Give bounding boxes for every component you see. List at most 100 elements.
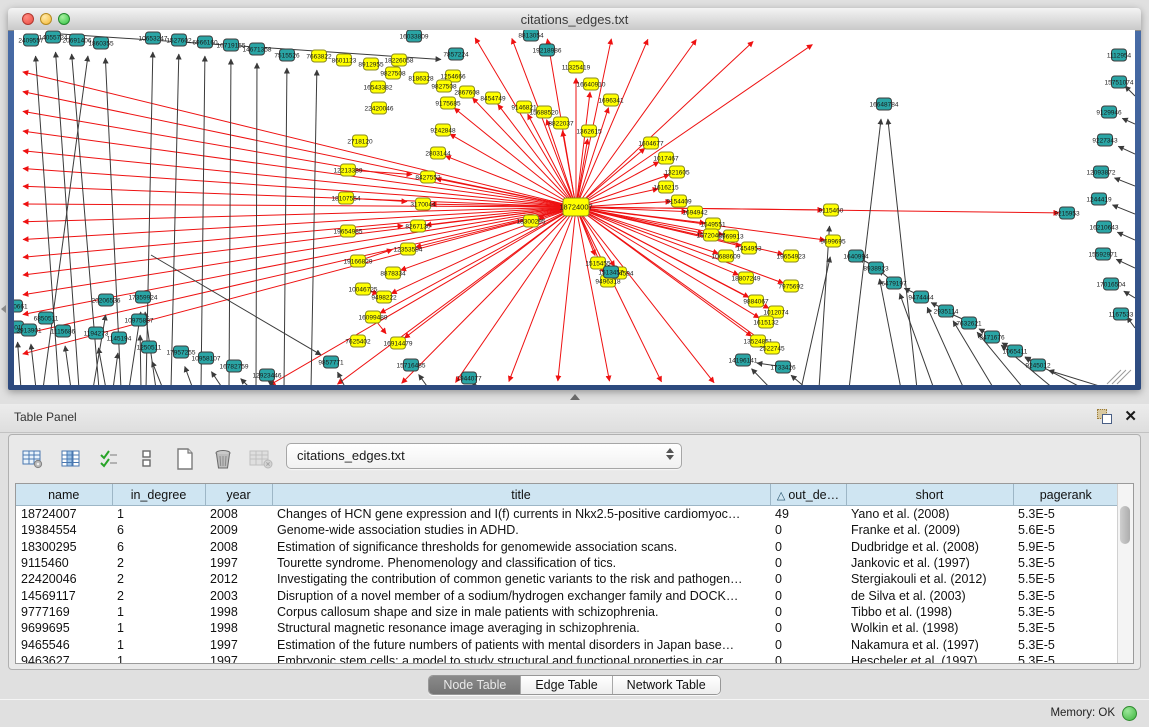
table-row[interactable]: 946362711997Embryonic stem cells: a mode… — [16, 653, 1118, 664]
table-row[interactable]: 911546021997Tourette syndrome. Phenomeno… — [16, 555, 1118, 571]
table-cell[interactable]: Jankovic et al. (1997) — [846, 555, 1013, 571]
column-chooser-button[interactable] — [57, 445, 85, 473]
table-cell[interactable]: 5.6E-5 — [1013, 522, 1118, 538]
column-header-pagerank[interactable]: pagerank — [1013, 484, 1118, 506]
network-node[interactable]: 15751074 — [1105, 76, 1134, 88]
network-node[interactable]: 16033809 — [400, 30, 429, 42]
network-node[interactable]: 16210643 — [1090, 221, 1119, 233]
network-node[interactable]: 11325419 — [562, 61, 591, 73]
network-node[interactable]: 1194273 — [84, 327, 109, 339]
network-node[interactable]: 8822037 — [548, 117, 574, 129]
table-cell[interactable]: 1997 — [205, 653, 272, 664]
table-cell[interactable]: 0 — [770, 571, 846, 587]
table-cell[interactable]: 2003 — [205, 587, 272, 603]
table-cell[interactable]: Stergiakouli et al. (2012) — [846, 571, 1013, 587]
network-node[interactable]: 16914479 — [384, 337, 413, 349]
network-node[interactable]: 8186328 — [408, 72, 434, 84]
table-row[interactable]: 946554611997Estimation of the future num… — [16, 636, 1118, 652]
network-node[interactable]: 16640910 — [577, 78, 606, 90]
network-node[interactable]: 18107554 — [332, 192, 361, 204]
table-cell[interactable]: 9699695 — [16, 620, 112, 636]
network-node[interactable]: 2935114 — [934, 305, 959, 317]
table-cell[interactable]: Tourette syndrome. Phenomenology and cla… — [272, 555, 770, 571]
network-node[interactable]: 15716485 — [397, 359, 426, 371]
table-cell[interactable]: Wolkin et al. (1998) — [846, 620, 1013, 636]
table-cell[interactable]: 22420046 — [16, 571, 112, 587]
network-node[interactable]: 1616215 — [653, 181, 679, 193]
network-node[interactable]: 14196141 — [729, 354, 758, 366]
table-cell[interactable]: Structural magnetic resonance image aver… — [272, 620, 770, 636]
network-node[interactable]: 10975887 — [125, 314, 154, 326]
network-node[interactable]: 16782759 — [220, 360, 249, 372]
window-titlebar[interactable]: citations_edges.txt — [8, 8, 1141, 31]
table-cell[interactable]: Genome-wide association studies in ADHD. — [272, 522, 770, 538]
table-cell[interactable]: 2 — [112, 555, 205, 571]
stacked-rows-button[interactable] — [133, 445, 161, 473]
network-node[interactable]: 12093872 — [1087, 166, 1116, 178]
table-cell[interactable]: 0 — [770, 604, 846, 620]
network-node[interactable]: 7975692 — [778, 280, 804, 292]
network-node[interactable]: 22420046 — [365, 102, 394, 114]
table-cell[interactable]: Estimation of the future numbers of pati… — [272, 636, 770, 652]
table-scrollbar[interactable] — [1117, 484, 1133, 663]
network-node[interactable]: 8601123 — [332, 54, 357, 66]
table-cell[interactable]: 1 — [112, 620, 205, 636]
table-cell[interactable]: 49 — [770, 506, 846, 523]
network-node[interactable]: 17016504 — [1097, 278, 1126, 290]
network-node[interactable]: 7515526 — [274, 49, 300, 61]
table-row[interactable]: 977716911998Corpus callosum shape and si… — [16, 604, 1118, 620]
table-cell[interactable]: 5.3E-5 — [1013, 636, 1118, 652]
table-cell[interactable]: 9463627 — [16, 653, 112, 664]
table-cell[interactable]: 9465546 — [16, 636, 112, 652]
table-cell[interactable]: 1 — [112, 653, 205, 664]
table-row[interactable]: 1872400712008Changes of HCN gene express… — [16, 506, 1118, 523]
network-node[interactable]: 1145194 — [107, 332, 132, 344]
network-node[interactable]: 9129946 — [1096, 106, 1122, 118]
network-node[interactable]: 1944077 — [456, 372, 482, 384]
table-cell[interactable]: 9777169 — [16, 604, 112, 620]
table-cell[interactable]: 2009 — [205, 522, 272, 538]
network-node[interactable]: 12353594 — [394, 243, 423, 255]
network-node[interactable]: 1696341 — [598, 94, 624, 106]
table-cell[interactable]: 6 — [112, 539, 205, 555]
table-cell[interactable]: Tibbo et al. (1998) — [846, 604, 1013, 620]
network-node[interactable]: 10653247 — [139, 32, 168, 44]
row-selection-button[interactable] — [95, 445, 123, 473]
scrollbar-thumb[interactable] — [1120, 506, 1130, 544]
network-node[interactable]: 16648784 — [870, 98, 899, 110]
network-node[interactable]: 8454749 — [480, 92, 506, 104]
network-node[interactable]: 1065411 — [1003, 345, 1028, 357]
network-node[interactable]: 1549551 — [700, 218, 726, 230]
network-node[interactable]: 15592971 — [1089, 248, 1118, 260]
column-header-name[interactable]: name — [16, 484, 112, 506]
network-node[interactable]: 1527602 — [166, 34, 192, 46]
network-node[interactable]: 1362615 — [576, 125, 602, 137]
float-panel-icon[interactable] — [1097, 409, 1112, 424]
network-node[interactable]: 9175685 — [435, 97, 461, 109]
network-node[interactable]: 14671358 — [243, 43, 272, 55]
table-cell[interactable]: 18300295 — [16, 539, 112, 555]
network-node[interactable]: 16543382 — [364, 81, 393, 93]
network-node[interactable]: 8912955 — [358, 58, 384, 70]
table-row[interactable]: 1938455462009Genome-wide association stu… — [16, 522, 1118, 538]
table-cell[interactable]: 5.3E-5 — [1013, 587, 1118, 603]
table-cell[interactable]: Hescheler et al. (1997) — [846, 653, 1013, 664]
table-cell[interactable]: 19384554 — [16, 522, 112, 538]
table-row[interactable]: 1456911722003Disruption of a novel membe… — [16, 587, 1118, 603]
close-panel-icon[interactable]: ✕ — [1124, 409, 1137, 424]
table-cell[interactable]: Investigating the contribution of common… — [272, 571, 770, 587]
table-settings-button[interactable] — [19, 445, 47, 473]
table-cell[interactable]: 2008 — [205, 506, 272, 523]
table-cell[interactable]: de Silva et al. (2003) — [846, 587, 1013, 603]
network-node[interactable]: 6850511 — [34, 312, 59, 324]
table-row[interactable]: 969969511998Structural magnetic resonanc… — [16, 620, 1118, 636]
table-cell[interactable]: Dudbridge et al. (2008) — [846, 539, 1013, 555]
table-cell[interactable]: 0 — [770, 555, 846, 571]
table-cell[interactable]: Estimation of significance thresholds fo… — [272, 539, 770, 555]
table-row[interactable]: 1830029562008Estimation of significance … — [16, 539, 1118, 555]
network-node[interactable]: 8471676 — [979, 331, 1005, 343]
table-cell[interactable]: Embryonic stem cells: a model to study s… — [272, 653, 770, 664]
network-node[interactable]: 9242848 — [430, 124, 456, 136]
network-node[interactable]: 6966160 — [192, 36, 218, 48]
network-node[interactable]: 9154409 — [666, 195, 692, 207]
